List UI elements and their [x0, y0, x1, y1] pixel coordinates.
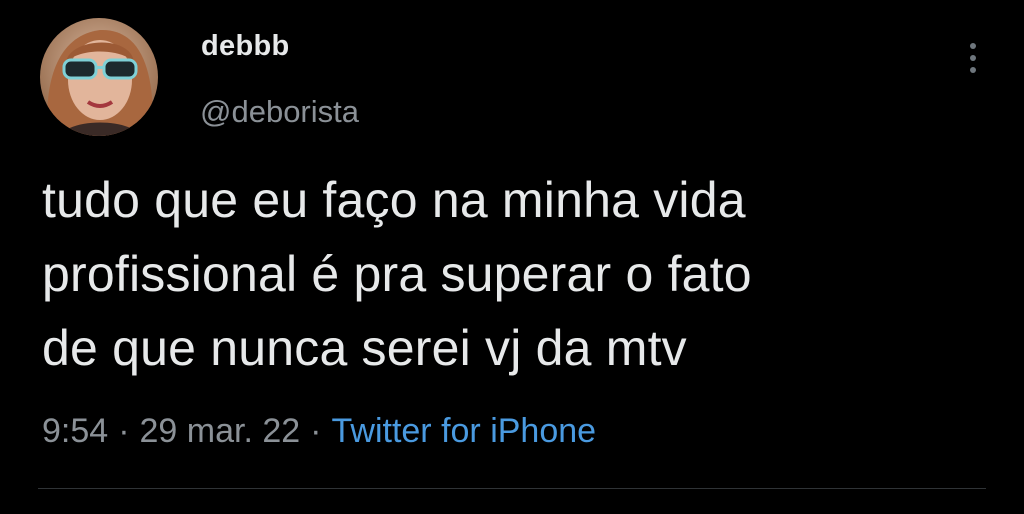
avatar-image: [40, 18, 158, 136]
tweet-text-line: profissional é pra superar o fato: [42, 246, 752, 302]
user-handle[interactable]: @deborista: [200, 94, 359, 130]
display-name[interactable]: debbb: [201, 30, 290, 63]
tweet-source-link[interactable]: Twitter for iPhone: [332, 412, 597, 450]
separator-dot: ·: [310, 412, 322, 450]
more-vertical-icon: [970, 43, 976, 73]
tweet-time[interactable]: 9:54: [42, 412, 108, 450]
tweet-date[interactable]: 29 mar. 22: [140, 412, 301, 450]
tweet-meta: 9:54 · 29 mar. 22 · Twitter for iPhone: [42, 412, 596, 451]
divider: [38, 488, 986, 489]
tweet-text-line: de que nunca serei vj da mtv: [42, 320, 687, 376]
more-options-button[interactable]: [956, 36, 990, 80]
avatar[interactable]: [40, 18, 158, 136]
tweet-card: debbb @deborista tudo que eu faço na min…: [0, 0, 1024, 514]
tweet-text-line: tudo que eu faço na minha vida: [42, 172, 746, 228]
tweet-text: tudo que eu faço na minha vida profissio…: [42, 163, 982, 385]
separator-dot: ·: [118, 412, 130, 450]
